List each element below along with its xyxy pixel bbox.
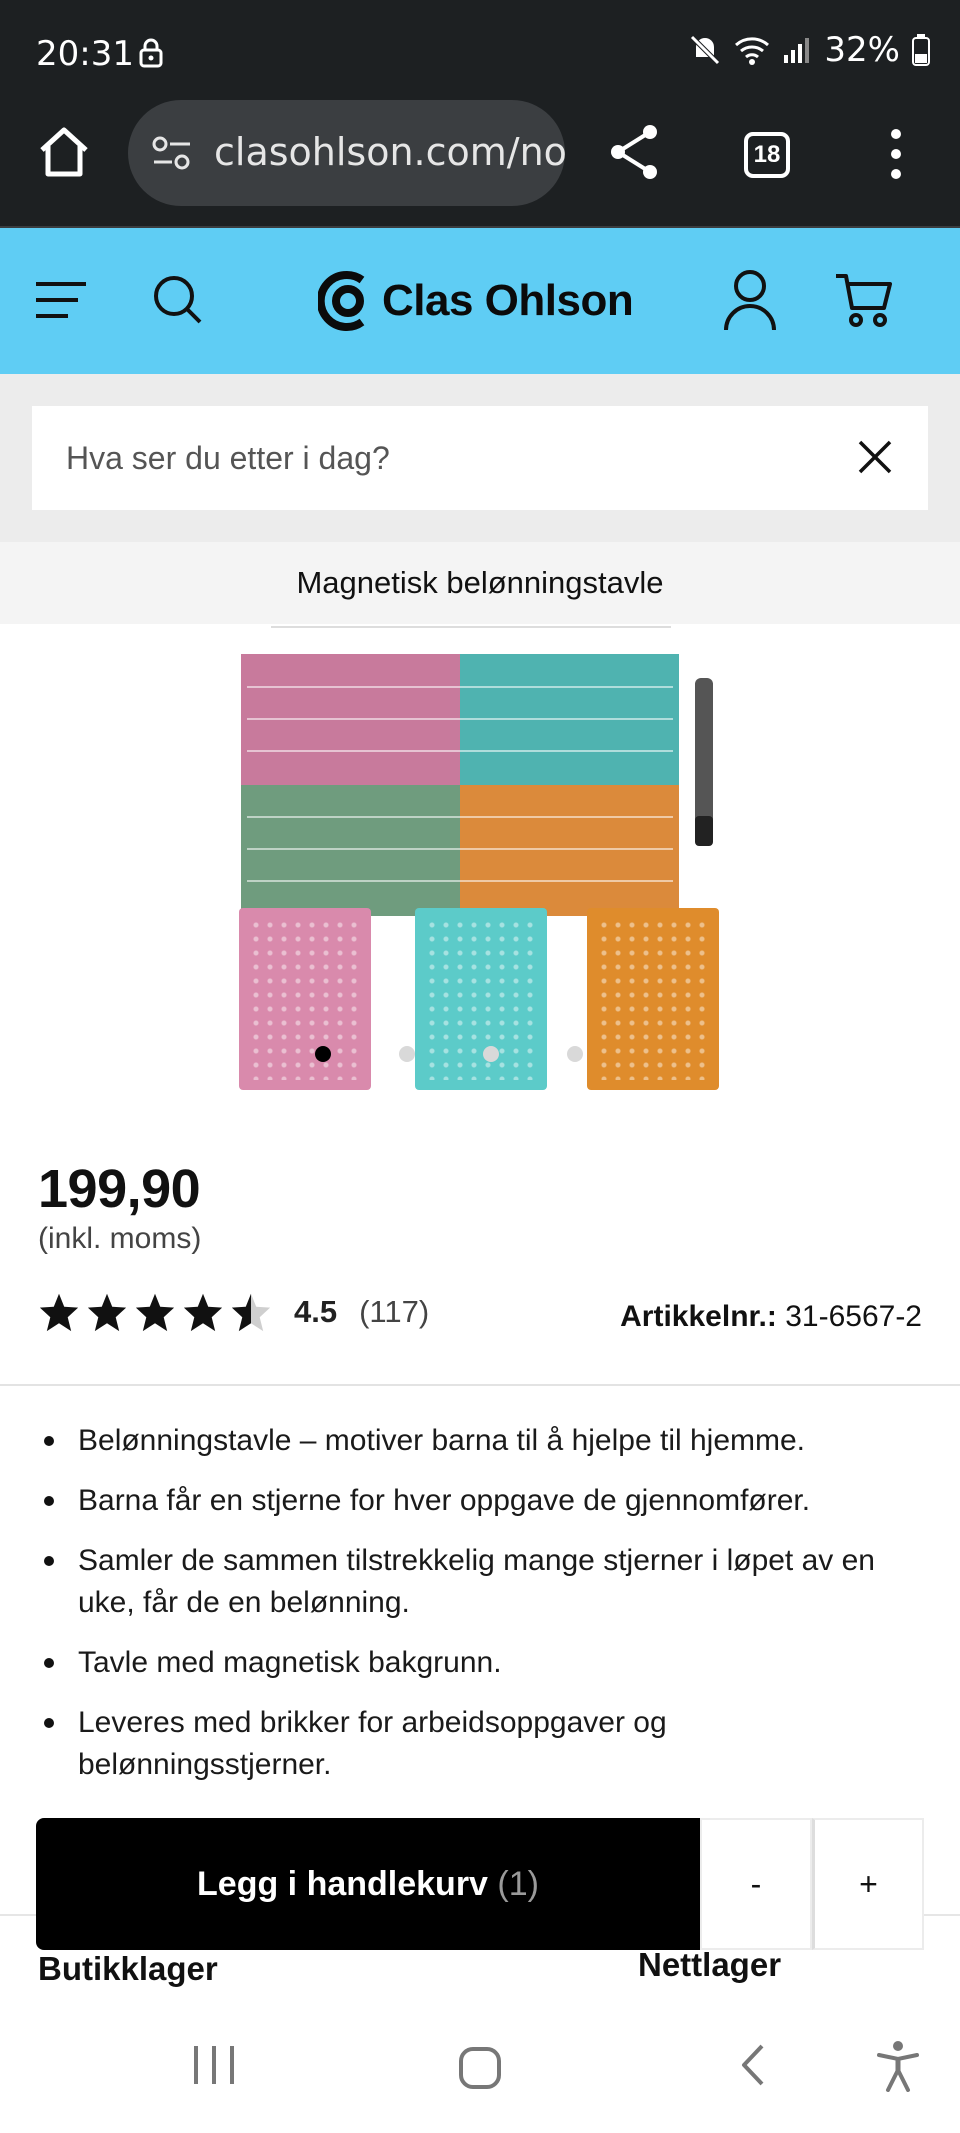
browser-toolbar: clasohlson.com/no/ 18 [0,100,960,228]
back-icon[interactable] [738,2042,768,2088]
more-options-icon[interactable] [882,126,910,182]
close-icon[interactable] [856,438,894,476]
site-settings-icon[interactable] [150,134,194,174]
tab-switcher-button[interactable]: 18 [744,132,790,178]
system-navigation-bar [0,2010,960,2133]
star-icon [135,1293,175,1332]
product-features-list: Belønningstavle – motiver barna til å hj… [40,1420,920,1804]
home-nav-icon[interactable] [458,2046,502,2090]
product-marker-cap [695,816,713,846]
board-line [247,880,673,882]
address-bar[interactable]: clasohlson.com/no/ [128,100,565,206]
pager-dot[interactable] [483,1046,499,1062]
web-stock-heading: Nettlager [638,1946,782,1983]
search-area: Hva ser du etter i dag? [0,374,960,542]
product-marker-pen [695,678,713,838]
rating-summary[interactable]: 4.5 (117) [38,1290,429,1334]
board-line [247,816,673,818]
cart-icon[interactable] [834,272,892,328]
product-price: 199,90 [38,1159,201,1219]
store-stock-heading: Butikklager [38,1950,218,1987]
search-placeholder[interactable]: Hva ser du etter i dag? [66,440,390,477]
wifi-icon [735,37,770,65]
image-edge [271,626,671,628]
quantity-increase-button[interactable]: + [812,1818,924,1950]
star-icon [87,1293,127,1332]
brand-logo-mark-icon [318,271,365,331]
product-title: Magnetisk belønningstavle [296,565,664,600]
signal-icon [784,38,810,63]
product-photo-board [241,654,679,916]
rating-stars [38,1292,272,1332]
quantity-decrease-button[interactable]: - [700,1818,812,1950]
battery-percent: 32% [824,30,900,70]
mute-icon [690,35,721,65]
accessibility-icon[interactable] [876,2040,920,2092]
star-icon [39,1293,79,1332]
product-image-carousel[interactable] [235,626,725,1096]
account-icon[interactable] [722,268,778,332]
search-input[interactable]: Hva ser du etter i dag? [32,406,928,510]
board-line [247,750,673,752]
cart-quantity-count: (1) [497,1865,539,1903]
search-icon[interactable] [152,274,204,326]
star-icon [183,1293,223,1332]
share-icon[interactable] [606,122,662,182]
feature-item: Tavle med magnetisk bakgrunn. [40,1642,920,1684]
feature-item: Belønningstavle – motiver barna til å hj… [40,1420,920,1462]
battery-icon [912,34,930,66]
board-line [247,686,673,688]
add-to-cart-bar: Legg i handlekurv (1) - + [36,1818,924,1950]
url-text[interactable]: clasohlson.com/no/ [214,130,565,174]
article-number: Artikkelnr.: 31-6567-2 [620,1300,922,1334]
board-section-green [241,785,460,916]
feature-item: Barna får en stjerne for hver oppgave de… [40,1480,920,1522]
menu-icon[interactable] [34,280,88,320]
pager-dot-active[interactable] [315,1046,331,1062]
status-bar: 20:31 32% [0,0,960,100]
image-pager[interactable] [315,1044,645,1064]
feature-item: Leveres med brikker for arbeidsoppgaver … [40,1702,920,1786]
review-count[interactable]: (117) [359,1294,429,1330]
add-to-cart-button[interactable]: Legg i handlekurv (1) [36,1818,700,1950]
site-header: Clas Ohlson [0,228,960,374]
recent-apps-icon[interactable] [192,2042,236,2088]
add-to-cart-label: Legg i handlekurv [197,1865,488,1903]
pager-dot[interactable] [399,1046,415,1062]
lock-icon [139,38,163,68]
product-title-bar: Magnetisk belønningstavle [0,542,960,624]
home-icon[interactable] [36,124,92,180]
star-half-icon [231,1293,271,1332]
feature-item: Samler de sammen tilstrekkelig mange stj… [40,1540,920,1624]
pager-dot[interactable] [567,1046,583,1062]
brand-name: Clas Ohlson [382,276,634,325]
section-divider [0,1384,960,1386]
status-time: 20:31 [36,34,134,74]
vat-note: (inkl. moms) [38,1222,202,1255]
article-number-label: Artikkelnr.: [620,1300,777,1333]
rating-value: 4.5 [294,1294,338,1329]
article-number-value: 31-6567-2 [785,1300,922,1333]
board-line [247,848,673,850]
brand-logo[interactable]: Clas Ohlson [318,266,634,336]
board-section-orange [460,785,679,916]
board-line [247,718,673,720]
